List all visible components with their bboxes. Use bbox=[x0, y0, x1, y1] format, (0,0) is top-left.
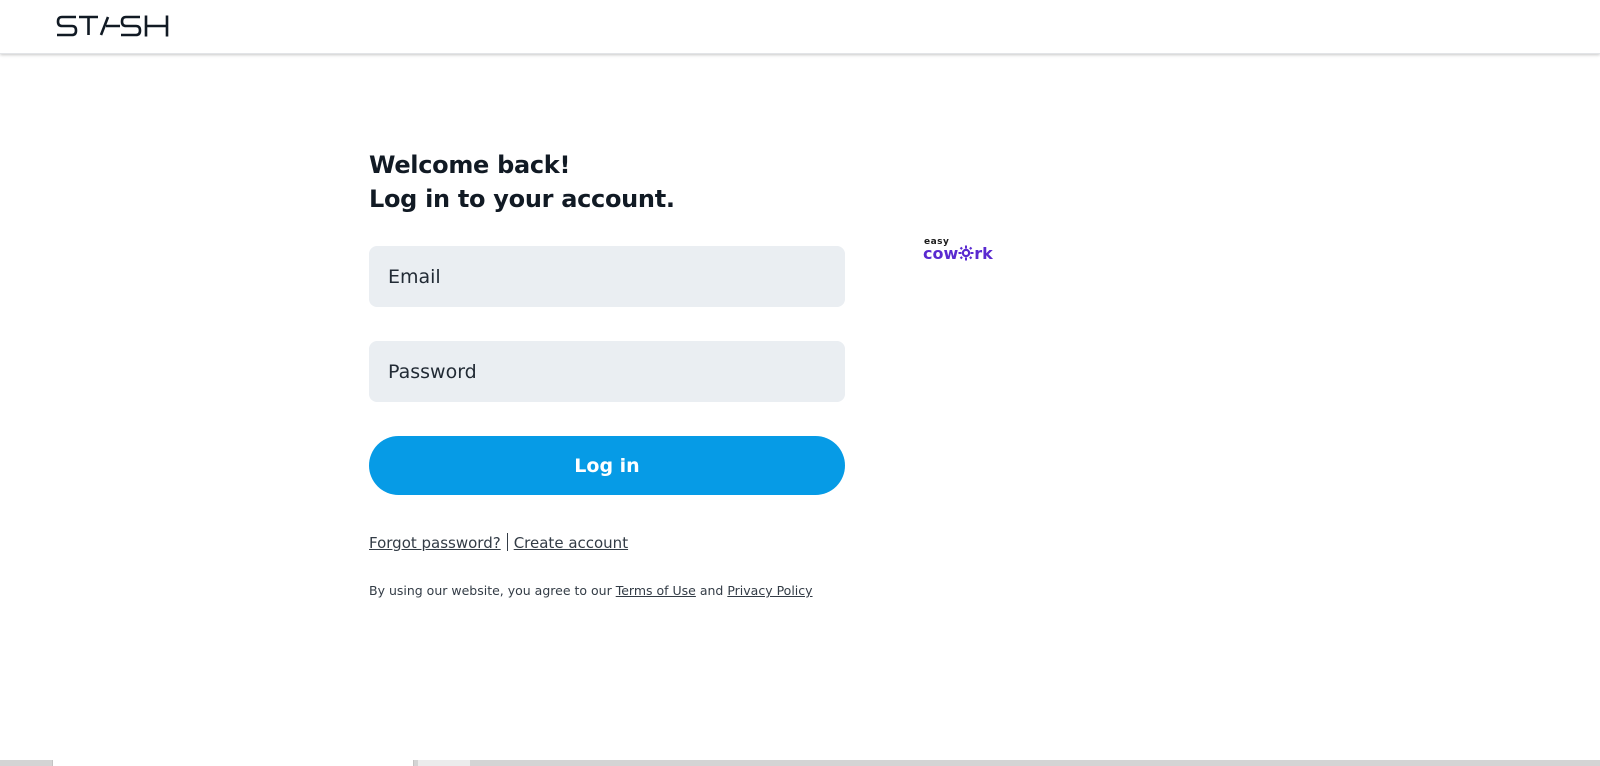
legal-and-text: and bbox=[695, 583, 728, 598]
page-title: Welcome back! Log in to your account. bbox=[369, 148, 675, 216]
legal-prefix-text: By using our website, you agree to our bbox=[369, 583, 616, 598]
bottom-tab-active[interactable] bbox=[52, 760, 414, 766]
create-account-link[interactable]: Create account bbox=[514, 534, 628, 552]
welcome-heading: Welcome back! bbox=[369, 151, 571, 179]
gear-icon bbox=[958, 245, 974, 261]
forgot-password-link[interactable]: Forgot password? bbox=[369, 534, 501, 552]
badge-big-text: cow rk bbox=[923, 245, 993, 263]
terms-of-use-link[interactable]: Terms of Use bbox=[616, 583, 696, 598]
password-field[interactable] bbox=[369, 341, 845, 402]
easy-cowork-badge[interactable]: easy cow rk bbox=[923, 238, 997, 268]
login-button[interactable]: Log in bbox=[369, 436, 845, 495]
legal-notice: By using our website, you agree to our T… bbox=[369, 583, 813, 598]
account-links: Forgot password? Create account bbox=[369, 533, 628, 552]
top-navigation-bar bbox=[0, 0, 1600, 54]
badge-text-part1: cow bbox=[923, 244, 959, 263]
badge-text-part2: rk bbox=[974, 244, 993, 263]
stash-logo[interactable] bbox=[56, 12, 170, 40]
login-subheading: Log in to your account. bbox=[369, 185, 675, 213]
email-field[interactable] bbox=[369, 246, 845, 307]
stash-logo-icon bbox=[56, 15, 169, 37]
privacy-policy-link[interactable]: Privacy Policy bbox=[727, 583, 812, 598]
bottom-tab-secondary[interactable] bbox=[418, 760, 470, 766]
link-divider bbox=[506, 533, 508, 551]
